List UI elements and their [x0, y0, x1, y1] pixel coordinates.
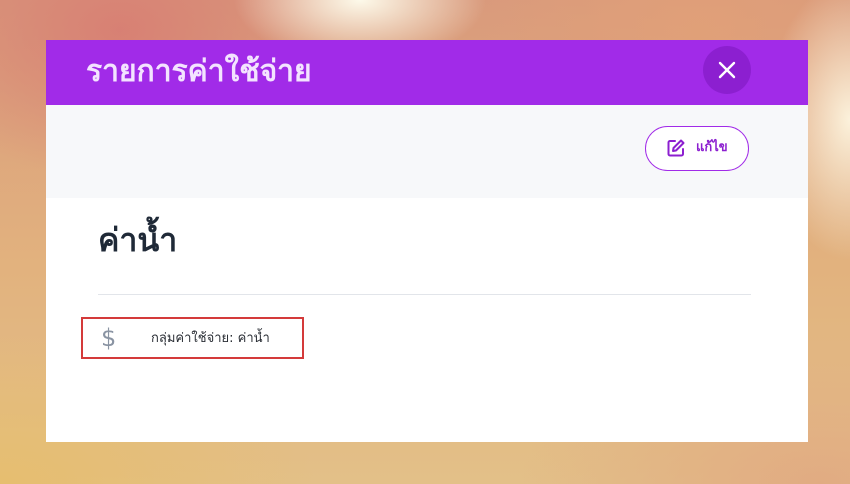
divider [98, 294, 751, 295]
modal-toolbar: แก้ไข [46, 105, 808, 198]
edit-button-label: แก้ไข [696, 140, 728, 155]
modal-header: รายการค่าใช้จ่าย [46, 40, 808, 105]
modal-title: รายการค่าใช้จ่าย [86, 54, 312, 89]
expense-title: ค่าน้ำ [98, 221, 178, 259]
expense-group-row: $ กลุ่มค่าใช้จ่าย: ค่าน้ำ [81, 317, 304, 359]
edit-button[interactable]: แก้ไข [645, 126, 749, 171]
expense-detail-modal: รายการค่าใช้จ่าย แก้ไข ค่าน้ำ $ กลุ่มค่า… [46, 40, 808, 442]
edit-icon [667, 139, 685, 157]
close-icon [718, 61, 736, 79]
dollar-icon: $ [101, 324, 117, 352]
expense-group-text: กลุ่มค่าใช้จ่าย: ค่าน้ำ [151, 331, 270, 346]
close-button[interactable] [703, 46, 751, 94]
